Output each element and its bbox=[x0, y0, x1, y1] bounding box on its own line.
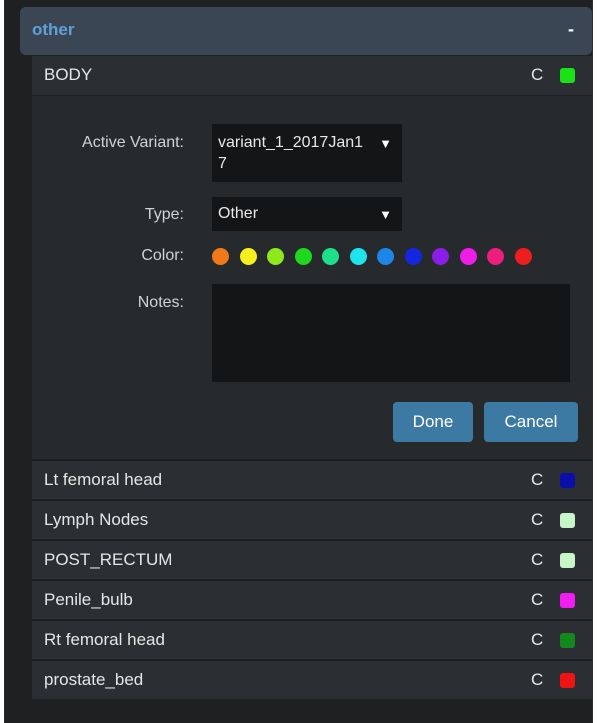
cancel-button[interactable]: Cancel bbox=[484, 402, 578, 442]
collapse-icon[interactable]: - bbox=[568, 19, 574, 40]
palette-color-dot[interactable] bbox=[487, 248, 504, 265]
active-variant-value: variant_1_2017Jan17 bbox=[218, 134, 364, 172]
contour-toggle[interactable]: C bbox=[531, 510, 543, 530]
contour-toggle[interactable]: C bbox=[531, 630, 543, 650]
structure-row-selected[interactable]: BODY C bbox=[32, 56, 592, 95]
structure-row[interactable]: POST_RECTUM C bbox=[32, 540, 592, 579]
color-swatch[interactable] bbox=[560, 673, 575, 688]
palette-color-dot[interactable] bbox=[432, 248, 449, 265]
structure-label: Rt femoral head bbox=[44, 630, 165, 649]
contour-toggle[interactable]: C bbox=[531, 590, 543, 610]
palette-color-dot[interactable] bbox=[212, 248, 229, 265]
chevron-down-icon: ▼ bbox=[379, 207, 392, 222]
notes-label: Notes: bbox=[137, 294, 184, 311]
structure-row[interactable]: Penile_bulb C bbox=[32, 580, 592, 619]
color-swatch[interactable] bbox=[560, 473, 575, 488]
structure-label: BODY bbox=[44, 65, 93, 84]
palette-color-dot[interactable] bbox=[239, 248, 257, 265]
color-swatch[interactable] bbox=[560, 68, 575, 83]
type-label: Type: bbox=[144, 206, 184, 223]
palette-color-dot[interactable] bbox=[459, 248, 477, 265]
palette-color-dot[interactable] bbox=[349, 248, 367, 265]
structure-panel: other - BODY C Active Variant: variant_1… bbox=[4, 0, 593, 723]
chevron-down-icon: ▼ bbox=[379, 136, 392, 151]
structure-label: Penile_bulb bbox=[44, 590, 133, 609]
palette-color-dot[interactable] bbox=[404, 248, 422, 265]
color-label: Color: bbox=[141, 247, 184, 264]
active-variant-label: Active Variant: bbox=[82, 134, 184, 151]
palette-color-dot[interactable] bbox=[514, 248, 532, 265]
group-header-other[interactable]: other - bbox=[20, 7, 592, 55]
structure-editor: Active Variant: variant_1_2017Jan17 ▼ Ty… bbox=[32, 96, 592, 459]
structure-label: Lt femoral head bbox=[44, 470, 163, 489]
structure-row[interactable]: Lymph Nodes C bbox=[32, 500, 592, 539]
active-variant-select[interactable]: variant_1_2017Jan17 ▼ bbox=[212, 124, 402, 182]
structure-label: POST_RECTUM bbox=[44, 550, 173, 569]
contour-toggle[interactable]: C bbox=[531, 470, 543, 490]
notes-field[interactable] bbox=[212, 284, 570, 382]
palette-color-dot[interactable] bbox=[294, 248, 312, 265]
type-select[interactable]: Other ▼ bbox=[212, 197, 402, 231]
structure-row[interactable]: Lt femoral head C bbox=[32, 460, 592, 499]
color-swatch[interactable] bbox=[560, 633, 575, 648]
palette-color-dot[interactable] bbox=[377, 248, 394, 265]
group-title: other bbox=[32, 20, 75, 39]
structure-label: Lymph Nodes bbox=[44, 510, 149, 529]
structure-label: prostate_bed bbox=[44, 670, 144, 689]
structure-row[interactable]: prostate_bed C bbox=[32, 660, 592, 699]
color-swatch[interactable] bbox=[560, 593, 575, 608]
color-swatch[interactable] bbox=[560, 513, 575, 528]
contour-toggle[interactable]: C bbox=[531, 65, 543, 85]
done-button[interactable]: Done bbox=[393, 402, 473, 442]
structure-row[interactable]: Rt femoral head C bbox=[32, 620, 592, 659]
color-swatch[interactable] bbox=[560, 553, 575, 568]
contour-toggle[interactable]: C bbox=[531, 670, 543, 690]
palette-color-dot[interactable] bbox=[322, 248, 339, 265]
contour-toggle[interactable]: C bbox=[531, 550, 543, 570]
type-value: Other bbox=[218, 205, 259, 222]
palette-color-dot[interactable] bbox=[267, 248, 284, 265]
